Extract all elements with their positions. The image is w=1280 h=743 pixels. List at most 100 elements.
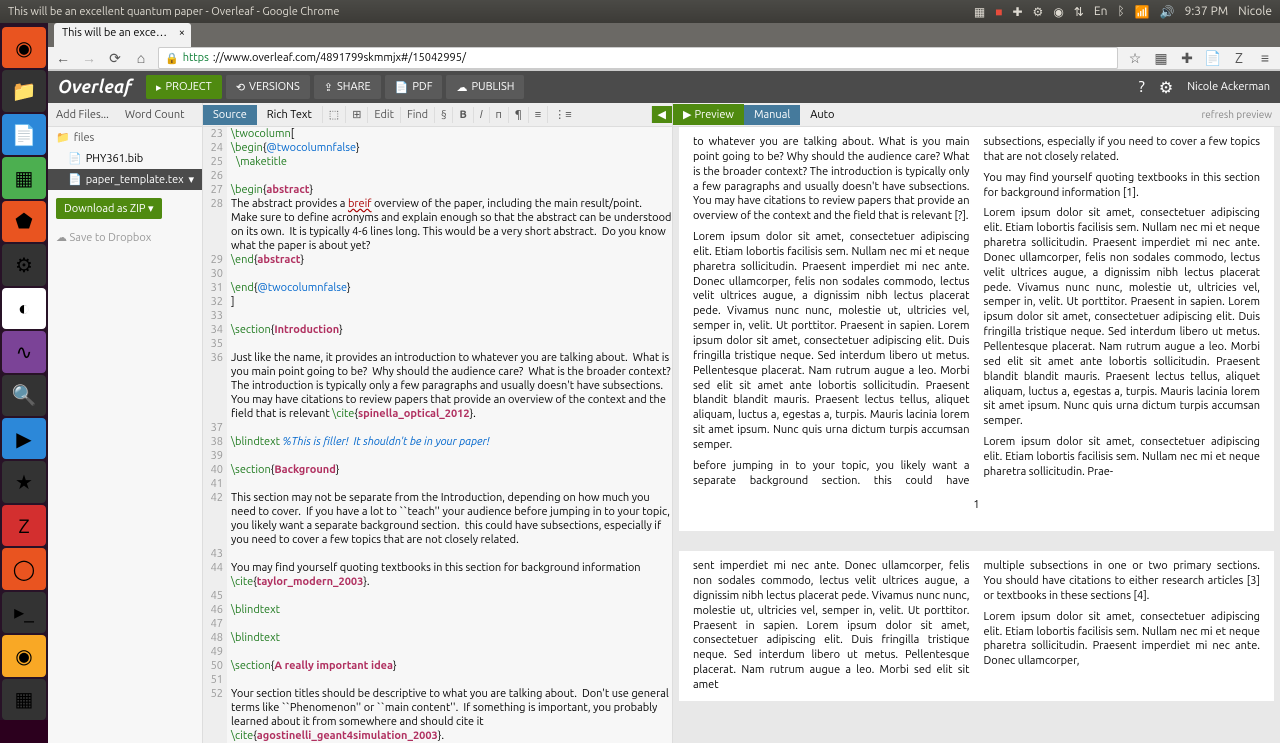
- home-button[interactable]: ⌂: [132, 49, 150, 67]
- ext-icon[interactable]: ▦: [1152, 49, 1170, 67]
- app-icon[interactable]: ⬟: [2, 201, 46, 242]
- code-line[interactable]: \blindtext: [231, 631, 672, 645]
- writer-icon[interactable]: 📄: [2, 114, 46, 155]
- code-line[interactable]: [231, 309, 672, 323]
- menu-button[interactable]: ≡: [1256, 49, 1274, 67]
- code-line[interactable]: [231, 673, 672, 687]
- tray-icon[interactable]: ⇅: [1074, 5, 1084, 19]
- numlist-icon[interactable]: ⋮≡: [547, 106, 577, 123]
- tray-icon[interactable]: ■: [995, 5, 1002, 19]
- reload-button[interactable]: ⟳: [106, 49, 124, 67]
- app-icon[interactable]: 🔍: [2, 375, 46, 416]
- collapse-icon[interactable]: ◀: [651, 106, 672, 123]
- manual-tab[interactable]: Manual: [744, 105, 800, 125]
- code-line[interactable]: The abstract provides a breif overview o…: [231, 197, 672, 253]
- code-line[interactable]: [231, 589, 672, 603]
- clock[interactable]: 9:37 PM: [1185, 5, 1229, 18]
- files-icon[interactable]: 📁: [2, 70, 46, 111]
- code-line[interactable]: \twocolumn[: [231, 127, 672, 141]
- rich-text-tab[interactable]: Rich Text: [257, 105, 322, 125]
- code-line[interactable]: You may find yourself quoting textbooks …: [231, 561, 672, 589]
- close-tab-icon[interactable]: ×: [179, 27, 185, 39]
- preview-button[interactable]: ▶ Preview: [673, 104, 744, 125]
- word-count-link[interactable]: Word Count: [117, 105, 193, 125]
- zotero-icon[interactable]: Z: [2, 505, 46, 546]
- bluetooth-icon[interactable]: ᛒ: [1117, 5, 1124, 18]
- code-line[interactable]: [231, 645, 672, 659]
- edit-menu[interactable]: Edit: [367, 107, 400, 123]
- code-line[interactable]: \section{A really important idea}: [231, 659, 672, 673]
- dash-icon[interactable]: ◉: [2, 27, 46, 68]
- code-line[interactable]: [231, 267, 672, 281]
- code-line[interactable]: [231, 169, 672, 183]
- app-icon[interactable]: ◉: [2, 635, 46, 676]
- bold-icon[interactable]: B: [452, 107, 472, 123]
- save-dropbox-link[interactable]: ☁ Save to Dropbox: [48, 227, 202, 248]
- italic-icon[interactable]: I: [473, 107, 489, 123]
- tray-icon[interactable]: ⚙: [1033, 5, 1044, 19]
- code-line[interactable]: \begin{@twocolumnfalse}: [231, 141, 672, 155]
- download-zip-button[interactable]: Download as ZIP ▾: [56, 198, 162, 219]
- versions-button[interactable]: ⟲ VERSIONS: [226, 75, 310, 99]
- user-menu[interactable]: Nicole Ackerman: [1187, 81, 1270, 93]
- ext-icon[interactable]: Z: [1230, 49, 1248, 67]
- chrome-icon[interactable]: ◉: [1053, 5, 1063, 19]
- refresh-preview-link[interactable]: refresh preview: [1194, 105, 1280, 124]
- star-button[interactable]: ☆: [1126, 49, 1144, 67]
- upload-icon[interactable]: ⬚: [322, 106, 345, 123]
- publish-button[interactable]: ☁ PUBLISH: [446, 75, 524, 99]
- files-folder[interactable]: 📁files: [48, 127, 202, 148]
- file-menu-icon[interactable]: ▾: [188, 173, 194, 186]
- lang-indicator[interactable]: En: [1094, 5, 1108, 18]
- tray-icon[interactable]: ▦: [974, 5, 985, 19]
- code-line[interactable]: ]: [231, 295, 672, 309]
- tray-icon[interactable]: ✚: [1012, 5, 1022, 19]
- code-line[interactable]: \blindtext: [231, 603, 672, 617]
- user-menu[interactable]: Nicole: [1238, 5, 1272, 18]
- code-line[interactable]: \maketitle: [231, 155, 672, 169]
- code-line[interactable]: \section{Introduction}: [231, 323, 672, 337]
- project-button[interactable]: ▸ PROJECT: [146, 75, 222, 99]
- volume-icon[interactable]: 🔊: [1160, 5, 1175, 19]
- pilcrow-icon[interactable]: ¶: [508, 107, 528, 123]
- code-line[interactable]: This section may not be separate from th…: [231, 491, 672, 547]
- app-icon[interactable]: ∿: [2, 331, 46, 372]
- add-files-link[interactable]: Add Files...: [48, 105, 117, 125]
- ext-icon[interactable]: ✚: [1178, 49, 1196, 67]
- media-icon[interactable]: ▶: [2, 418, 46, 459]
- app-icon[interactable]: ⚙: [2, 244, 46, 285]
- code-line[interactable]: [231, 547, 672, 561]
- auto-tab[interactable]: Auto: [800, 105, 844, 125]
- ext-icon[interactable]: 📄: [1204, 49, 1222, 67]
- code-line[interactable]: \section{Background}: [231, 463, 672, 477]
- calc-icon[interactable]: ▦: [2, 157, 46, 198]
- insert-icon[interactable]: ⊞: [345, 106, 367, 123]
- url-input[interactable]: 🔒 https://www.overleaf.com/4891799skmmjx…: [158, 47, 1118, 69]
- code-line[interactable]: [231, 617, 672, 631]
- network-icon[interactable]: 📶: [1135, 5, 1150, 19]
- code-line[interactable]: [231, 477, 672, 491]
- pdf-preview[interactable]: to whatever you are talking about. What …: [673, 127, 1280, 743]
- file-item[interactable]: 📄paper_template.tex▾: [48, 169, 202, 190]
- browser-tab[interactable]: This will be an exce… ×: [54, 23, 191, 47]
- code-line[interactable]: Just like the name, it provides an intro…: [231, 351, 672, 421]
- terminal-icon[interactable]: ▸_: [2, 592, 46, 633]
- code-line[interactable]: [231, 421, 672, 435]
- pi-icon[interactable]: π: [489, 107, 508, 123]
- code-line[interactable]: \begin{abstract}: [231, 183, 672, 197]
- code-line[interactable]: Your section titles should be descriptiv…: [231, 687, 672, 743]
- chrome-icon[interactable]: ◐: [2, 288, 46, 329]
- section-icon[interactable]: §: [434, 107, 452, 123]
- app-icon[interactable]: ▦: [2, 679, 46, 720]
- share-button[interactable]: ⇪ SHARE: [314, 75, 381, 99]
- list-icon[interactable]: ≡: [528, 107, 547, 123]
- settings-icon[interactable]: ⚙: [1159, 78, 1173, 97]
- code-line[interactable]: \end{abstract}: [231, 253, 672, 267]
- app-icon[interactable]: ◯: [2, 548, 46, 589]
- code-line[interactable]: \end{@twocolumnfalse}: [231, 281, 672, 295]
- code-line[interactable]: \blindtext %This is filler! It shouldn't…: [231, 435, 672, 449]
- help-icon[interactable]: ?: [1139, 78, 1145, 96]
- file-item[interactable]: 📄PHY361.bib: [48, 148, 202, 169]
- code-editor[interactable]: 2324252627282930313233343536373839404142…: [203, 127, 672, 743]
- source-tab[interactable]: Source: [203, 105, 257, 125]
